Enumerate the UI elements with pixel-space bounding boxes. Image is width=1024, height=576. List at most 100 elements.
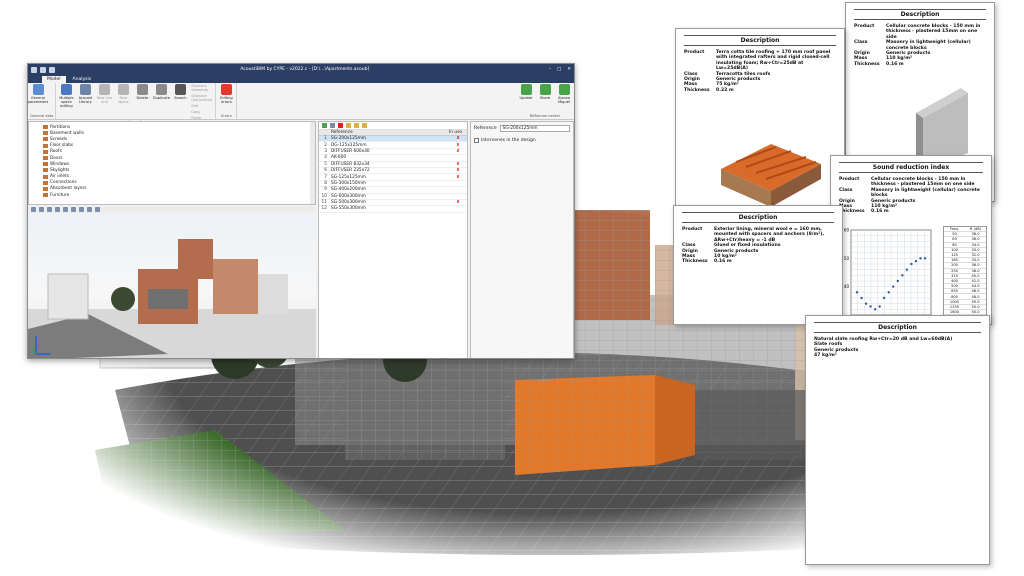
ribbon-button-search[interactable]: Search	[172, 84, 188, 100]
ribbon-small-command[interactable]: Edit	[191, 104, 213, 108]
ribbon-small-command[interactable]: Copy	[191, 110, 213, 114]
table-header-cell: R (dB)	[969, 227, 982, 232]
settings-icon	[32, 84, 44, 95]
orbit-icon[interactable]	[47, 207, 52, 212]
delete-icon[interactable]	[338, 123, 343, 128]
ribbon-group-label: Errors	[221, 114, 232, 118]
sheet-key: Product	[839, 177, 860, 182]
save-icon[interactable]	[31, 66, 37, 73]
ribbon-button-spaces[interactable]: Multiple space editing	[58, 84, 74, 108]
data-point	[887, 291, 890, 294]
table-cell: 1000	[949, 299, 960, 304]
ribbon-group-label: BIMserver.center	[529, 114, 561, 118]
reference-panel: Reference In use 1 SG-200x125mm ✘ 2 DG-125x1…	[318, 121, 468, 358]
design-checkbox[interactable]	[474, 138, 479, 143]
ribbon-button-label: Delete	[136, 96, 149, 100]
ribbon-button-new-unit[interactable]: New use unit	[96, 84, 112, 104]
row-number: 10	[321, 193, 327, 199]
ribbon: General parameters General data Multiple s…	[28, 83, 574, 124]
sheet-key: Thickness	[839, 209, 865, 215]
add-icon[interactable]	[322, 123, 327, 128]
view-front-icon[interactable]	[63, 207, 68, 212]
export-icon[interactable]	[362, 123, 367, 128]
in-use-mark: ✘	[456, 200, 460, 206]
ribbon-button-label: Multiple space editing	[59, 96, 74, 108]
table-cell: 200	[951, 263, 958, 268]
ribbon-buttons: Multiple space editing Acoubit Library New…	[58, 84, 213, 120]
element-type-icon	[43, 162, 48, 167]
reference-list: 1 SG-200x125mm ✘ 2 DG-125x125mm ✘ 3 DIFFUSER 60…	[319, 136, 467, 213]
element-type-icon	[43, 186, 48, 191]
maximize-icon[interactable]: □	[557, 67, 561, 72]
table-cell: 49.0	[971, 299, 980, 304]
table-cell: 800	[951, 294, 958, 299]
ribbon-group: Update Share Alonso Miguel BIMserver.center	[516, 83, 574, 119]
ribbon-button-new-space[interactable]: New space	[115, 84, 131, 104]
row-number: 5	[324, 161, 327, 167]
sheet-title: Description	[854, 9, 986, 20]
ribbon-button-duplicate[interactable]: Duplicate	[153, 84, 170, 100]
table-cell: 500	[951, 284, 958, 289]
ribbon-button-settings[interactable]: General parameters	[28, 84, 48, 104]
reference-column-header[interactable]: Reference	[329, 130, 449, 135]
pan-icon[interactable]	[39, 207, 44, 212]
tree-item-label: Windows	[50, 161, 70, 167]
table-cell: 80	[952, 242, 957, 247]
close-icon[interactable]: ✕	[567, 67, 571, 72]
tree-item-label: Roofs	[50, 149, 62, 155]
minimize-icon[interactable]: –	[549, 67, 551, 72]
ribbon-button-user[interactable]: Alonso Miguel	[556, 84, 572, 104]
ribbon-button-error[interactable]: Editing errors	[218, 84, 234, 104]
tree-item[interactable]: Furniture	[35, 192, 313, 198]
view-side-icon[interactable]	[71, 207, 76, 212]
redo-icon[interactable]	[49, 66, 55, 73]
tab-analysis[interactable]: Analysis	[68, 76, 97, 83]
new-unit-icon	[98, 84, 110, 95]
tab-model[interactable]: Model	[42, 76, 66, 83]
zoom-icon[interactable]	[31, 207, 36, 212]
row-number: 8	[324, 180, 327, 186]
ribbon-small-command[interactable]: Displace (horizontal)	[191, 94, 213, 102]
ribbon-button-delete[interactable]: Delete	[134, 84, 150, 100]
sound-reduction-sheet: Sound reduction index Product Cellular co…	[830, 155, 992, 325]
error-icon	[220, 84, 232, 95]
tree-item-label: Doors	[50, 155, 63, 161]
row-reference: SG-125x125mm	[331, 174, 366, 180]
ribbon-button-label: Alonso Miguel	[557, 96, 570, 104]
ribbon-button-share[interactable]: Share	[537, 84, 553, 100]
copy-icon[interactable]	[346, 123, 351, 128]
design-checkbox-label: Intervenes in the design	[481, 138, 536, 143]
ribbon-button-label: New space	[118, 96, 129, 104]
sheet-value: 0.16 m	[871, 209, 889, 215]
data-point	[855, 291, 859, 294]
model-3d-view[interactable]	[28, 214, 316, 359]
ribbon-buttons: Editing errors	[218, 84, 234, 114]
search-icon	[174, 84, 186, 95]
layers-icon[interactable]	[79, 207, 84, 212]
in-use-mark: ✘	[456, 161, 460, 167]
table-row[interactable]: 12 SG-550x300mm	[319, 206, 467, 213]
table-cell: 44.0	[971, 284, 980, 289]
in-use-mark: ✘	[456, 168, 460, 174]
data-point	[864, 302, 868, 305]
ribbon-button-update[interactable]: Update	[518, 84, 534, 100]
tree-scrollbar[interactable]	[310, 122, 315, 204]
ribbon-button-library[interactable]: Acoubit Library	[77, 84, 93, 104]
row-reference: DG-125x125mm	[331, 142, 367, 148]
ribbon-small-command[interactable]: Displace elements	[191, 84, 213, 92]
in-use-column-header[interactable]: In use	[449, 130, 467, 135]
view-top-icon[interactable]	[55, 207, 60, 212]
reference-input[interactable]: SG-200x125mm	[499, 125, 570, 132]
row-reference: SG-600x300mm	[331, 193, 366, 199]
element-type-icon	[43, 149, 48, 154]
tree-item-label: Skylights	[50, 167, 70, 173]
undo-icon[interactable]	[40, 66, 46, 73]
sheet-key: Product	[682, 227, 703, 232]
camera-icon[interactable]	[87, 207, 92, 212]
data-point	[869, 305, 872, 308]
edit-icon[interactable]	[330, 123, 335, 128]
import-icon[interactable]	[354, 123, 359, 128]
fit-icon[interactable]	[95, 207, 100, 212]
quick-access-toolbar	[31, 66, 55, 73]
element-tree: Partitions Basement walls Screeds Floor sla…	[28, 121, 316, 205]
